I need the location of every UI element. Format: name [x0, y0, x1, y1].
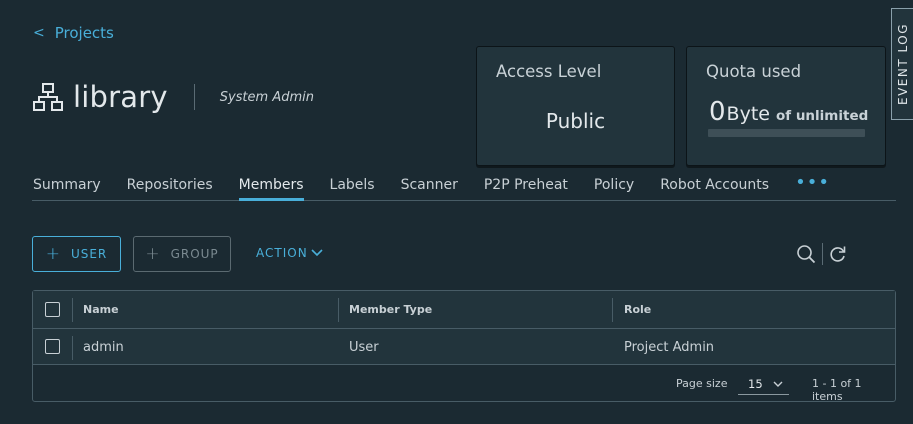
action-dropdown-button[interactable]: ACTION: [256, 246, 323, 260]
quota-used-card: Quota used 0 Byte of unlimited: [686, 46, 886, 166]
table-row: admin User Project Admin: [33, 329, 895, 365]
member-type: User: [349, 340, 379, 355]
tab-policy[interactable]: Policy: [594, 175, 634, 201]
member-role: Project Admin: [624, 340, 715, 355]
user-role: System Admin: [219, 89, 314, 105]
add-group-button[interactable]: + GROUP: [133, 236, 231, 272]
table-tools: [796, 243, 847, 265]
access-level-card: Access Level Public: [476, 46, 675, 166]
select-all-checkbox[interactable]: [45, 302, 60, 317]
refresh-icon[interactable]: [829, 245, 847, 263]
access-level-title: Access Level: [496, 62, 602, 81]
plus-icon: +: [145, 244, 161, 264]
tab-labels[interactable]: Labels: [330, 175, 375, 201]
chevron-left-icon: <: [33, 25, 45, 41]
column-header-member-type[interactable]: Member Type: [349, 303, 432, 316]
column-separator: [72, 298, 73, 322]
chevron-down-icon: [773, 381, 783, 387]
page-size-select[interactable]: 15: [738, 373, 789, 395]
quota-limit: of unlimited: [775, 108, 869, 124]
add-group-label: GROUP: [170, 247, 219, 261]
back-to-projects-link[interactable]: < Projects: [33, 24, 114, 42]
table-header: Name Member Type Role: [33, 291, 895, 329]
column-header-role[interactable]: Role: [624, 303, 651, 316]
page-title: library: [73, 80, 168, 114]
items-count: 1 - 1 of 1 items: [812, 377, 862, 403]
title-divider: [193, 84, 195, 110]
add-user-button[interactable]: + USER: [32, 236, 121, 272]
quota-used-value: 0 Byte of unlimited: [709, 97, 868, 127]
event-log-label: EVENT LOG: [895, 23, 910, 105]
column-header-name[interactable]: Name: [83, 303, 119, 316]
page-title-row: library System Admin: [33, 80, 314, 114]
member-name: admin: [83, 340, 124, 355]
members-table: Name Member Type Role admin User Project…: [32, 290, 896, 404]
quota-number: 0: [709, 97, 726, 127]
tab-summary[interactable]: Summary: [33, 175, 101, 201]
page-size-label: Page size: [676, 377, 728, 390]
breadcrumb-label: Projects: [54, 24, 114, 42]
quota-progress-bar: [708, 129, 865, 137]
access-level-value: Public: [545, 109, 606, 133]
quota-unit: Byte: [726, 103, 770, 125]
tab-repositories[interactable]: Repositories: [127, 175, 213, 201]
search-icon[interactable]: [796, 244, 816, 264]
plus-icon: +: [45, 244, 61, 264]
chevron-down-icon: [311, 249, 323, 257]
tab-p2p-preheat[interactable]: P2P Preheat: [484, 175, 568, 201]
page-size-value: 15: [748, 376, 763, 391]
more-tabs-icon[interactable]: •••: [795, 170, 830, 196]
column-separator: [72, 336, 73, 360]
table-footer: Page size 15 1 - 1 of 1 items: [33, 365, 895, 404]
project-tabs: Summary Repositories Members Labels Scan…: [32, 172, 896, 201]
tab-members[interactable]: Members: [238, 175, 304, 201]
action-label: ACTION: [256, 246, 308, 260]
tab-robot-accounts[interactable]: Robot Accounts: [660, 175, 769, 201]
row-checkbox[interactable]: [45, 339, 60, 354]
add-user-label: USER: [70, 247, 108, 261]
event-log-toggle[interactable]: EVENT LOG: [891, 8, 913, 120]
tool-divider: [822, 243, 823, 265]
project-icon: [33, 83, 63, 111]
column-separator[interactable]: [612, 298, 613, 322]
quota-used-title: Quota used: [706, 62, 802, 81]
column-separator[interactable]: [338, 298, 339, 322]
tab-scanner[interactable]: Scanner: [401, 175, 458, 201]
